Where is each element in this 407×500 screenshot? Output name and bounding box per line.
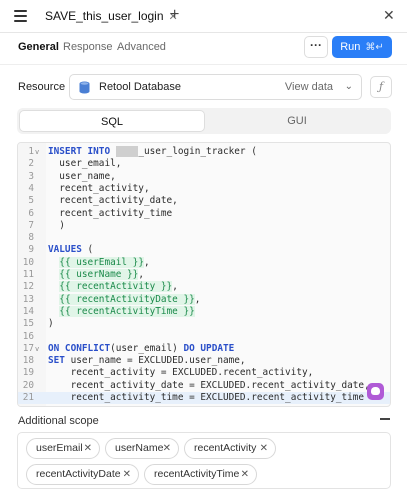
query-tab[interactable]: SAVE_this_user_login ✕ — [34, 4, 178, 28]
code-line: 13 {{ recentActivityDate }}, — [22, 293, 201, 305]
resource-select[interactable]: Retool Database View data ⌄ — [69, 74, 362, 100]
code-line: 2 user_email, — [28, 158, 122, 170]
scope-chip[interactable]: recentActivityDate ✕ — [26, 464, 139, 485]
tab-advanced[interactable]: Advanced — [117, 41, 166, 53]
run-shortcut: ⌘↵ — [365, 41, 384, 53]
new-tab-button[interactable]: + — [170, 6, 179, 24]
more-options-button[interactable]: ··· — [304, 36, 328, 58]
mode-sql[interactable]: SQL — [19, 110, 205, 132]
scope-chip[interactable]: recentActivity ✕ — [184, 438, 276, 459]
query-tab-name: SAVE_this_user_login — [45, 9, 164, 23]
code-line-active: 21 recent_activity_time = EXCLUDED.recen… — [18, 392, 390, 405]
code-line: 3 user_name, — [28, 170, 116, 182]
code-line: 20 recent_activity_date = EXCLUDED.recen… — [22, 379, 370, 391]
code-line: 17 v ON CONFLICT(user_email) DO UPDATE — [22, 342, 235, 354]
remove-chip-icon[interactable]: ✕ — [163, 439, 171, 458]
resource-label: Resource — [18, 81, 66, 93]
collapse-icon[interactable] — [380, 413, 390, 423]
run-button[interactable]: Run ⌘↵ — [332, 36, 392, 58]
scope-chip[interactable]: recentActivityTime ✕ — [144, 464, 257, 485]
menu-icon[interactable] — [14, 10, 27, 22]
remove-chip-icon[interactable]: ✕ — [84, 439, 92, 458]
code-line: 19 recent_activity = EXCLUDED.recent_act… — [22, 367, 314, 379]
sql-editor[interactable]: 1vINSERT INTO ████_user_login_tracker ( … — [17, 142, 391, 407]
chevron-down-icon: ⌄ — [344, 81, 353, 92]
mode-toggle: SQL GUI — [17, 108, 391, 134]
code-line: 8 — [28, 232, 34, 244]
run-label: Run — [340, 41, 361, 53]
code-line: 11 {{ userName }}, — [22, 269, 144, 280]
tab-response[interactable]: Response — [63, 41, 113, 53]
close-panel-icon[interactable]: ✕ — [383, 7, 395, 24]
mode-gui[interactable]: GUI — [205, 110, 389, 132]
code-line: 6 recent_activity_time — [28, 207, 173, 219]
scope-chip[interactable]: userEmail ✕ — [26, 438, 100, 459]
code-line: 9 VALUES ( — [28, 244, 94, 256]
ai-assist-icon[interactable] — [367, 383, 384, 400]
tab-bar: SAVE_this_user_login ✕ + ✕ — [0, 0, 407, 33]
code-line: 12 {{ recentActivity }}, — [22, 281, 178, 293]
scope-chip-container: userEmail ✕ userName ✕ recentActivity ✕ rec… — [17, 432, 391, 489]
database-icon — [79, 81, 90, 93]
code-line: 15) — [22, 318, 54, 330]
resource-name: Retool Database — [99, 81, 181, 93]
remove-chip-icon[interactable]: ✕ — [123, 465, 131, 484]
divider — [0, 64, 407, 65]
fold-arrow-icon: v — [35, 148, 40, 156]
scope-chip[interactable]: userName ✕ — [105, 438, 179, 459]
code-line: 16 — [22, 330, 34, 342]
function-toggle-button[interactable]: ƒ — [370, 76, 392, 98]
code-line: 14 {{ recentActivityTime }} — [22, 305, 195, 317]
additional-scope-label: Additional scope — [18, 415, 99, 427]
view-data-link[interactable]: View data — [285, 81, 333, 93]
remove-chip-icon[interactable]: ✕ — [241, 465, 249, 484]
remove-chip-icon[interactable]: ✕ — [260, 439, 268, 458]
fold-arrow-icon: v — [35, 344, 40, 353]
redacted-text: ████ — [115, 146, 139, 157]
code-line: 1vINSERT INTO ████_user_login_tracker ( — [28, 146, 257, 157]
code-line: 10 {{ userEmail }}, — [22, 256, 150, 268]
code-line: 18 SET user_name = EXCLUDED.user_name, — [22, 355, 246, 367]
code-line: 5 recent_activity_date, — [28, 195, 178, 207]
code-line: 4 recent_activity, — [28, 182, 150, 194]
tab-general[interactable]: General — [18, 41, 59, 53]
code-line: 7 ) — [28, 219, 65, 231]
